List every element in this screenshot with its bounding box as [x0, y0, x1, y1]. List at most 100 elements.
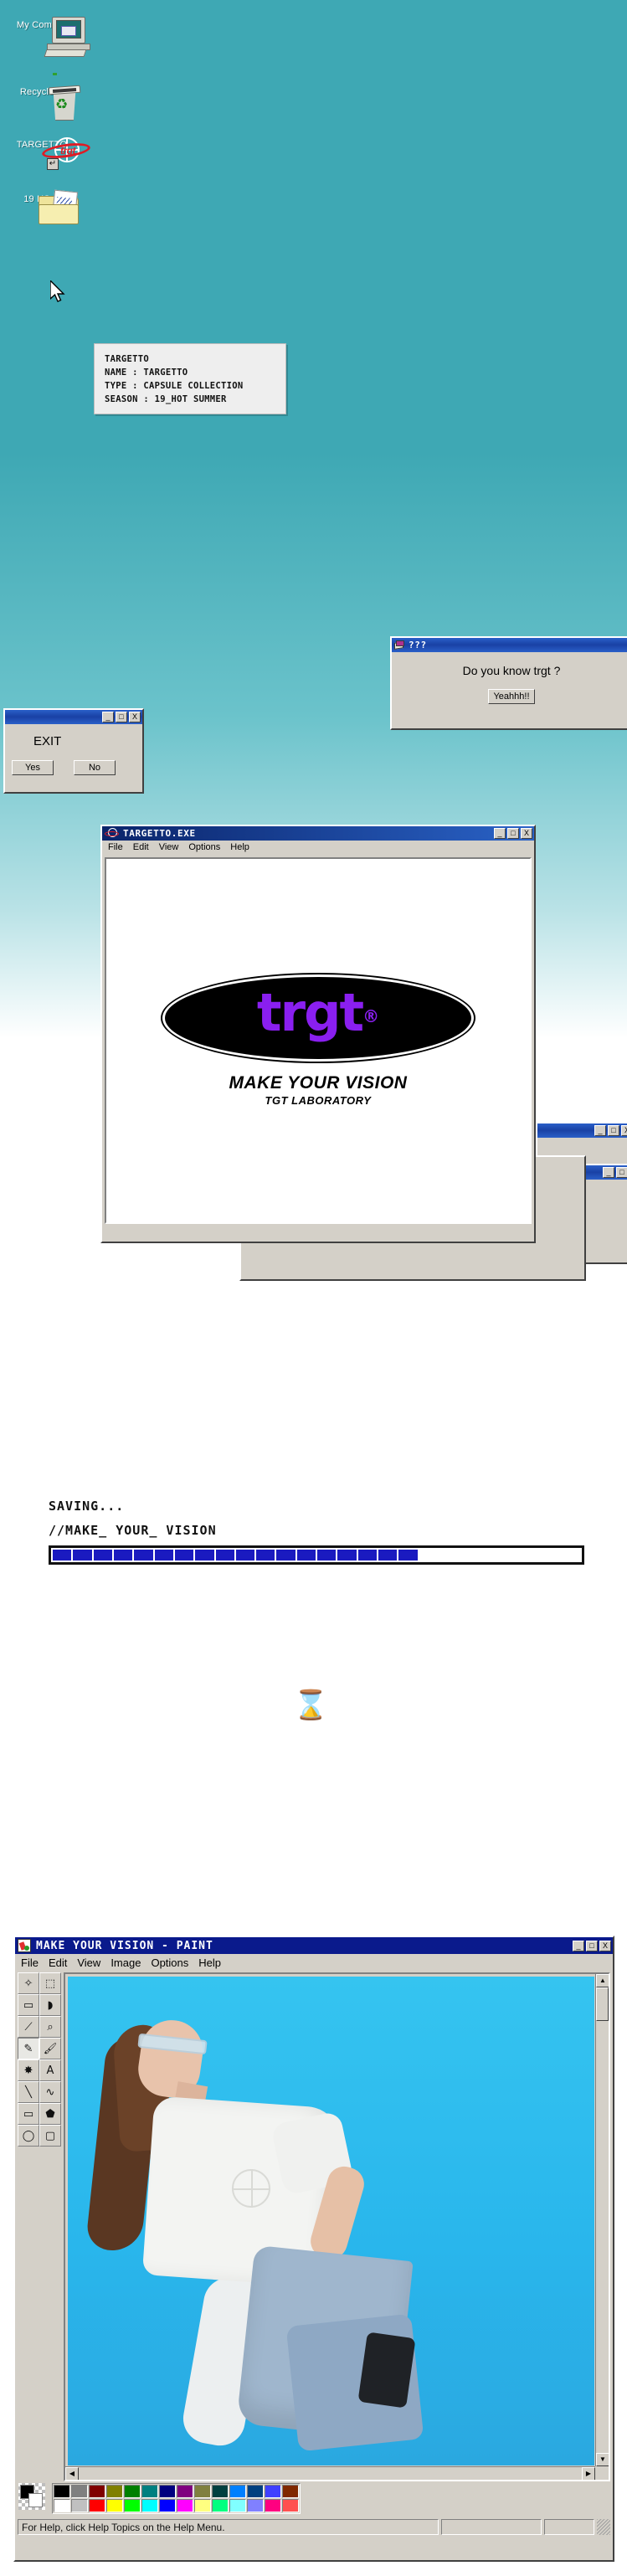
minimize-button[interactable]: _ [573, 1940, 584, 1951]
question-dialog-titlebar[interactable]: ??? [392, 638, 627, 652]
close-button[interactable]: X [621, 1125, 627, 1136]
color-swatch[interactable] [194, 2485, 211, 2498]
color-picker-tool[interactable]: ⟋ [18, 2016, 39, 2038]
desktop-icon-recycle-bin[interactable]: ♻ Recycle Bin [5, 84, 85, 121]
desktop-icon-my-computer[interactable]: My Computer [5, 17, 90, 75]
close-button[interactable]: X [599, 1940, 611, 1951]
scroll-right-button[interactable]: ▶ [582, 2467, 595, 2480]
maximize-button[interactable]: □ [507, 828, 519, 839]
targetto-exe-titlebar[interactable]: TARGETTO.EXE _ □ X [102, 826, 534, 841]
fill-tool[interactable]: ◗ [39, 1994, 61, 2016]
color-swatch[interactable] [124, 2485, 141, 2498]
background-color-swatch[interactable] [28, 2493, 43, 2507]
color-swatch[interactable] [212, 2499, 229, 2512]
desktop: My Computer ♻ Recycle Bin trgt ↵ TARGETT… [0, 0, 627, 1038]
magnifier-tool[interactable]: ⌕ [39, 2016, 61, 2038]
maximize-button[interactable]: □ [116, 712, 127, 722]
yeahhh-button[interactable]: Yeahhh!! [488, 689, 535, 704]
scroll-thumb-vertical[interactable] [596, 1987, 609, 2021]
progress-segment [113, 1550, 133, 1561]
color-swatch[interactable] [54, 2485, 70, 2498]
color-swatch[interactable] [177, 2499, 193, 2512]
brush-tool[interactable]: 🖌 [39, 2038, 61, 2059]
color-swatch[interactable] [159, 2485, 176, 2498]
color-swatch[interactable] [159, 2499, 176, 2512]
background-window-2-titlebar[interactable]: _ □ X [537, 1123, 627, 1138]
menu-view[interactable]: View [155, 841, 183, 854]
color-swatch[interactable] [89, 2485, 105, 2498]
color-swatch[interactable] [89, 2499, 105, 2512]
menu-help[interactable]: Help [226, 841, 254, 854]
question-dialog: ??? Do you know trgt ? Yeahhh!! [390, 636, 627, 730]
color-swatch[interactable] [141, 2499, 158, 2512]
pencil-tool[interactable]: ✎ [18, 2038, 39, 2059]
minimize-button[interactable]: _ [603, 1167, 614, 1178]
resize-grip[interactable] [597, 2519, 610, 2535]
paint-canvas[interactable] [68, 1977, 594, 2465]
color-swatch[interactable] [212, 2485, 229, 2498]
menu-file[interactable]: File [104, 841, 127, 854]
color-swatch[interactable] [141, 2485, 158, 2498]
close-button[interactable]: X [129, 712, 141, 722]
color-swatch[interactable] [194, 2499, 211, 2512]
menu-edit[interactable]: Edit [129, 841, 153, 854]
color-swatch[interactable] [71, 2499, 88, 2512]
color-swatch[interactable] [106, 2485, 123, 2498]
minimize-button[interactable]: _ [102, 712, 114, 722]
desktop-icon-folder-19hs[interactable]: 19 HS [0, 189, 79, 224]
color-swatch[interactable] [247, 2485, 264, 2498]
rectangle-tool[interactable]: ▭ [18, 2103, 39, 2125]
color-swatch[interactable] [177, 2485, 193, 2498]
vertical-scrollbar[interactable]: ▲ ▼ [595, 1974, 609, 2466]
color-swatch[interactable] [229, 2485, 246, 2498]
yes-button[interactable]: Yes [12, 760, 54, 775]
progress-segment [378, 1550, 398, 1561]
airbrush-tool[interactable]: ✸ [18, 2059, 39, 2081]
color-swatch[interactable] [71, 2485, 88, 2498]
menu-image[interactable]: Image [106, 1956, 145, 1969]
color-swatch[interactable] [247, 2499, 264, 2512]
menu-file[interactable]: File [17, 1956, 43, 1969]
exit-dialog-titlebar[interactable]: _ □ X [5, 710, 142, 724]
horizontal-scrollbar[interactable]: ◀ ▶ [65, 2466, 595, 2480]
paint-drawing-area[interactable]: ▲ ▼ ◀ ▶ [64, 1972, 610, 2481]
maximize-button[interactable]: □ [608, 1125, 619, 1136]
color-swatches [52, 2483, 301, 2514]
minimize-button[interactable]: _ [594, 1125, 606, 1136]
maximize-button[interactable]: □ [586, 1940, 598, 1951]
menu-help[interactable]: Help [194, 1956, 225, 1969]
menu-view[interactable]: View [73, 1956, 105, 1969]
close-button[interactable]: X [521, 828, 532, 839]
desktop-icon-targetto[interactable]: trgt ↵ TARGETTO [2, 136, 91, 170]
eraser-tool[interactable]: ▭ [18, 1994, 39, 2016]
progress-segment [419, 1550, 438, 1561]
color-swatch[interactable] [229, 2499, 246, 2512]
color-swatch[interactable] [265, 2499, 281, 2512]
text-tool[interactable]: A [39, 2059, 61, 2081]
paint-titlebar[interactable]: MAKE YOUR VISION - PAINT _ □ X [15, 1937, 613, 1954]
line-tool[interactable]: ╲ [18, 2081, 39, 2103]
color-swatch[interactable] [106, 2499, 123, 2512]
paint-statusbar: For Help, click Help Topics on the Help … [15, 2517, 613, 2537]
menu-edit[interactable]: Edit [44, 1956, 71, 1969]
scroll-up-button[interactable]: ▲ [596, 1974, 609, 1987]
menu-options[interactable]: Options [146, 1956, 193, 1969]
scroll-down-button[interactable]: ▼ [596, 2453, 609, 2466]
color-swatch[interactable] [265, 2485, 281, 2498]
polygon-tool[interactable]: ⬟ [39, 2103, 61, 2125]
maximize-button[interactable]: □ [616, 1167, 627, 1178]
ellipse-tool[interactable]: ◯ [18, 2125, 39, 2147]
rectangle-select-tool[interactable]: ⬚ [39, 1972, 61, 1994]
color-swatch[interactable] [282, 2485, 299, 2498]
no-button[interactable]: No [74, 760, 116, 775]
free-form-select-tool[interactable]: ✧ [18, 1972, 39, 1994]
color-swatch[interactable] [282, 2499, 299, 2512]
current-colors[interactable] [18, 2483, 45, 2510]
color-swatch[interactable] [124, 2499, 141, 2512]
menu-options[interactable]: Options [184, 841, 224, 854]
rounded-rectangle-tool[interactable]: ▢ [39, 2125, 61, 2147]
curve-tool[interactable]: ∿ [39, 2081, 61, 2103]
scroll-left-button[interactable]: ◀ [65, 2467, 79, 2480]
minimize-button[interactable]: _ [494, 828, 506, 839]
color-swatch[interactable] [54, 2499, 70, 2512]
